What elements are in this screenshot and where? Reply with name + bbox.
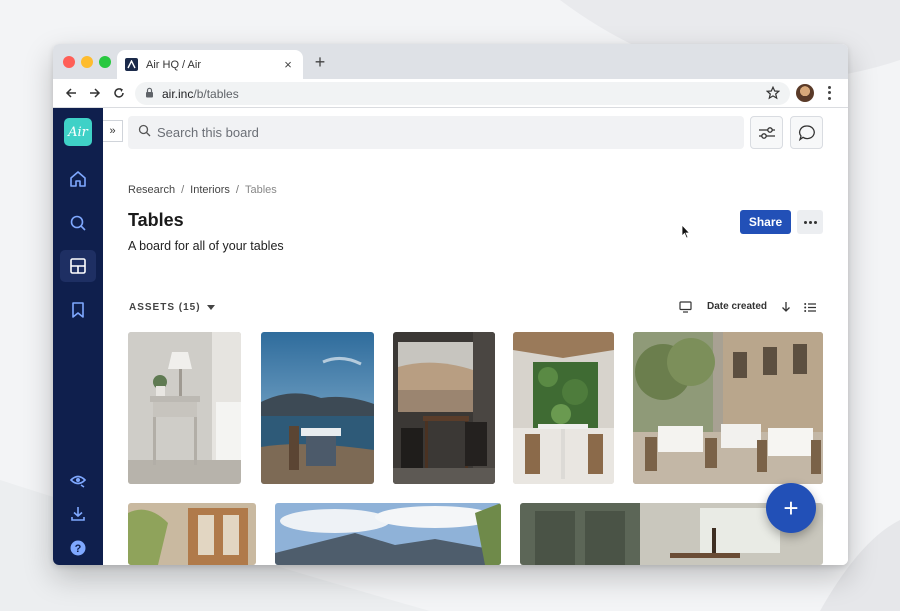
close-window-button[interactable] <box>63 56 75 68</box>
help-icon[interactable]: ? <box>66 536 90 560</box>
garden-cafe-photo <box>513 332 614 484</box>
asset-thumbnail[interactable] <box>128 503 256 565</box>
minimize-window-button[interactable] <box>81 56 93 68</box>
street-cafe-photo <box>633 332 823 484</box>
sort-direction-button[interactable] <box>781 299 791 315</box>
add-asset-button[interactable]: + <box>766 483 816 533</box>
boards-icon[interactable] <box>66 254 90 278</box>
asset-thumbnail[interactable] <box>275 503 501 565</box>
url-text: air.inc/b/tables <box>162 87 239 101</box>
sort-by-dropdown[interactable]: Date created <box>707 301 767 312</box>
back-arrow-icon[interactable] <box>63 85 79 101</box>
lock-icon <box>145 85 154 103</box>
list-icon <box>804 302 816 312</box>
tab-close-icon[interactable]: × <box>281 57 295 72</box>
url-path: /b/tables <box>193 86 239 101</box>
page-title[interactable]: Tables <box>128 210 184 231</box>
tab-title: Air HQ / Air <box>146 58 202 71</box>
svg-text:?: ? <box>75 543 82 555</box>
monitor-icon <box>679 301 692 313</box>
search-input[interactable] <box>157 125 717 140</box>
breadcrumb-separator: / <box>235 184 239 196</box>
new-tab-button[interactable]: + <box>310 52 330 72</box>
air-logo[interactable]: Air <box>64 118 92 146</box>
asset-thumbnail[interactable] <box>513 332 614 484</box>
breadcrumb-research[interactable]: Research <box>128 184 175 196</box>
address-bar: air.inc/b/tables <box>53 79 848 108</box>
bookmark-star-icon[interactable] <box>765 85 781 105</box>
share-button[interactable]: Share <box>740 210 791 234</box>
browser-window: Air HQ / Air × + air.inc/b/tables Air ? … <box>53 44 848 565</box>
breadcrumb-interiors[interactable]: Interiors <box>190 184 230 196</box>
sidebar: Air ? <box>53 108 103 565</box>
nightstand-photo <box>128 332 241 484</box>
browser-tab[interactable]: Air HQ / Air × <box>117 50 303 79</box>
window-table-photo <box>393 332 495 484</box>
filter-sliders-button[interactable] <box>750 116 783 149</box>
view-mode-button[interactable] <box>679 299 692 315</box>
sliders-icon <box>758 126 775 139</box>
browser-menu-icon[interactable] <box>825 85 833 101</box>
url-host: air.inc <box>162 86 194 101</box>
asset-thumbnail[interactable] <box>633 332 823 484</box>
palette-icon[interactable] <box>66 468 90 492</box>
more-options-button[interactable] <box>797 210 823 234</box>
expand-sidebar-button[interactable]: » <box>103 120 123 142</box>
home-icon[interactable] <box>66 167 90 191</box>
air-favicon-icon <box>125 58 138 71</box>
air-app: Air ? » Search this board Research / Int… <box>53 108 848 565</box>
url-field[interactable]: air.inc/b/tables <box>135 82 790 105</box>
profile-avatar[interactable] <box>796 84 814 102</box>
caret-down-icon <box>206 305 215 310</box>
bookmark-icon[interactable] <box>66 298 90 322</box>
forward-arrow-icon[interactable] <box>87 85 103 101</box>
download-icon[interactable] <box>66 502 90 526</box>
plant-room-photo <box>128 503 256 565</box>
assets-dropdown[interactable]: ASSETS (15) <box>129 302 215 313</box>
breadcrumb-separator: / <box>181 184 185 196</box>
comments-button[interactable] <box>790 116 823 149</box>
tab-strip: Air HQ / Air × + <box>53 44 848 79</box>
board-search[interactable] <box>128 116 744 149</box>
maximize-window-button[interactable] <box>99 56 111 68</box>
reload-icon[interactable] <box>111 85 127 101</box>
lakeside-table-photo <box>261 332 374 484</box>
list-view-button[interactable] <box>804 299 816 315</box>
arrow-down-icon <box>782 302 790 312</box>
asset-thumbnail[interactable] <box>261 332 374 484</box>
asset-thumbnail[interactable] <box>393 332 495 484</box>
search-icon[interactable] <box>66 211 90 235</box>
mouse-cursor-icon <box>681 224 691 239</box>
chat-bubble-icon <box>798 124 815 141</box>
breadcrumb-tables: Tables <box>244 184 277 196</box>
asset-thumbnail[interactable] <box>128 332 241 484</box>
search-icon <box>138 124 151 142</box>
board-description[interactable]: A board for all of your tables <box>128 239 284 253</box>
breadcrumb: Research / Interiors / Tables <box>128 184 277 196</box>
mountain-view-photo <box>275 503 501 565</box>
assets-count-label: ASSETS (15) <box>129 302 201 313</box>
